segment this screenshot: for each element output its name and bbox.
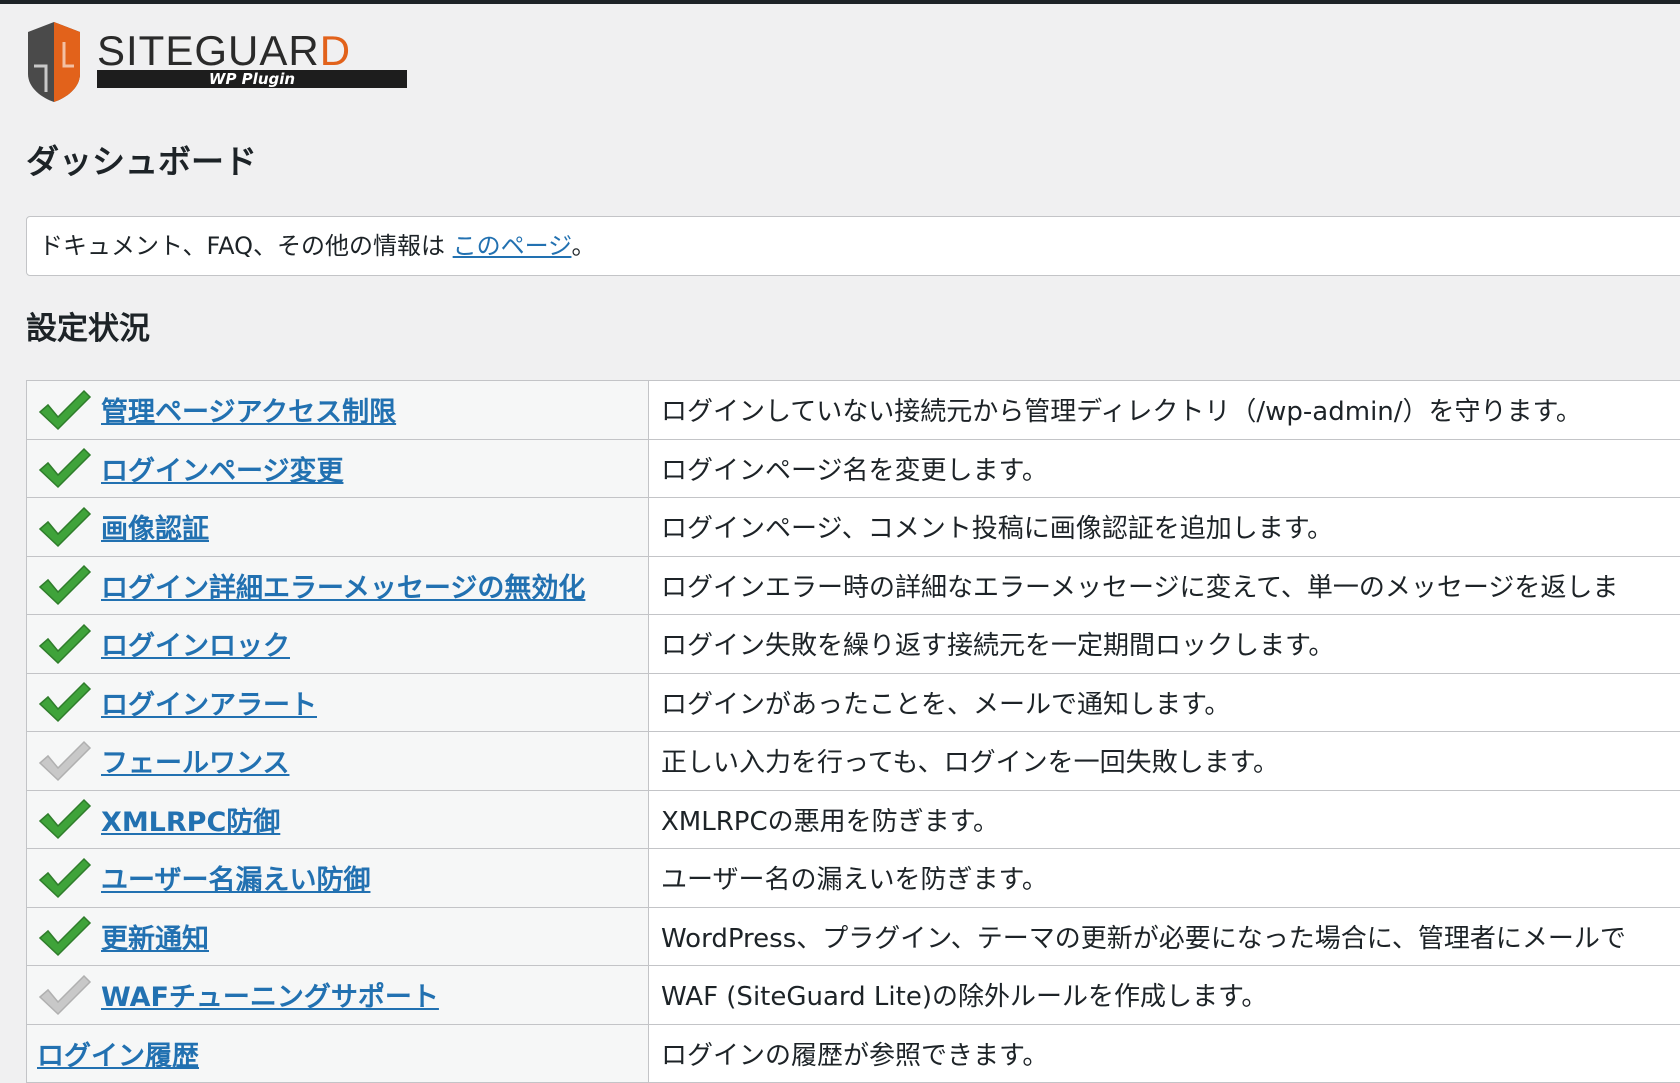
- docs-page-link[interactable]: このページ: [453, 232, 572, 260]
- feature-link[interactable]: ログイン履歴: [37, 1034, 199, 1073]
- table-row: WAFチューニングサポート WAF (SiteGuard Lite)の除外ルールを…: [27, 966, 1680, 1025]
- check-enabled-icon: [37, 795, 93, 843]
- logo-subtitle: WP Plugin: [97, 70, 407, 88]
- feature-description: XMLRPCの悪用を防ぎます。: [649, 790, 1680, 849]
- feature-description: WordPress、プラグイン、テーマの更新が必要になった場合に、管理者にメール…: [649, 907, 1680, 966]
- feature-link[interactable]: 管理ページアクセス制限: [101, 390, 396, 429]
- settings-status-table: 管理ページアクセス制限 ログインしていない接続元から管理ディレクトリ（/wp-ad…: [26, 380, 1680, 1083]
- feature-name-cell: ログインページ変更: [27, 439, 649, 498]
- feature-description: ログインがあったことを、メールで通知します。: [649, 673, 1680, 732]
- shield-logo-icon: [26, 22, 82, 102]
- admin-top-bar: [0, 0, 1680, 4]
- feature-link[interactable]: ユーザー名漏えい防御: [101, 858, 370, 897]
- feature-name-cell: 管理ページアクセス制限: [27, 381, 649, 440]
- feature-link[interactable]: ログインアラート: [101, 683, 317, 722]
- feature-name-cell: ログインロック: [27, 615, 649, 674]
- feature-link[interactable]: WAFチューニングサポート: [101, 975, 439, 1014]
- feature-link[interactable]: ログインページ変更: [101, 449, 343, 488]
- feature-description: WAF (SiteGuard Lite)の除外ルールを作成します。: [649, 966, 1680, 1025]
- check-enabled-icon: [37, 854, 93, 902]
- check-enabled-icon: [37, 444, 93, 492]
- feature-link[interactable]: 画像認証: [101, 507, 209, 546]
- feature-name-cell: ユーザー名漏えい防御: [27, 849, 649, 908]
- notice-suffix: 。: [571, 232, 595, 260]
- table-row: 管理ページアクセス制限 ログインしていない接続元から管理ディレクトリ（/wp-ad…: [27, 381, 1680, 440]
- feature-name-cell: XMLRPC防御: [27, 790, 649, 849]
- feature-link[interactable]: フェールワンス: [101, 741, 289, 780]
- table-row: ログイン履歴 ログインの履歴が参照できます。: [27, 1024, 1680, 1083]
- feature-description: ログインページ名を変更します。: [649, 439, 1680, 498]
- info-notice: ドキュメント、FAQ、その他の情報は このページ。: [26, 216, 1680, 276]
- feature-description: ログインの履歴が参照できます。: [649, 1024, 1680, 1083]
- feature-description: ユーザー名の漏えいを防ぎます。: [649, 849, 1680, 908]
- feature-description: ログインしていない接続元から管理ディレクトリ（/wp-admin/）を守ります。: [649, 381, 1680, 440]
- feature-name-cell: ログイン詳細エラーメッセージの無効化: [27, 556, 649, 615]
- feature-name-cell: フェールワンス: [27, 732, 649, 791]
- check-enabled-icon: [37, 678, 93, 726]
- logo-wordmark: SITEGUARD: [97, 30, 351, 72]
- check-enabled-icon: [37, 503, 93, 551]
- check-enabled-icon: [37, 620, 93, 668]
- feature-description: 正しい入力を行っても、ログインを一回失敗します。: [649, 732, 1680, 791]
- check-disabled-icon: [37, 971, 93, 1019]
- feature-description: ログイン失敗を繰り返す接続元を一定期間ロックします。: [649, 615, 1680, 674]
- page-title: ダッシュボード: [26, 140, 257, 184]
- check-enabled-icon: [37, 561, 93, 609]
- feature-description: ログインページ、コメント投稿に画像認証を追加します。: [649, 498, 1680, 557]
- siteguard-logo: SITEGUARD WP Plugin: [26, 22, 416, 104]
- check-enabled-icon: [37, 912, 93, 960]
- table-row: ログインロック ログイン失敗を繰り返す接続元を一定期間ロックします。: [27, 615, 1680, 674]
- feature-link[interactable]: XMLRPC防御: [101, 800, 280, 839]
- feature-name-cell: ログインアラート: [27, 673, 649, 732]
- check-disabled-icon: [37, 737, 93, 785]
- check-enabled-icon: [37, 386, 93, 434]
- table-row: ユーザー名漏えい防御 ユーザー名の漏えいを防ぎます。: [27, 849, 1680, 908]
- table-row: ログインアラート ログインがあったことを、メールで通知します。: [27, 673, 1680, 732]
- feature-name-cell: WAFチューニングサポート: [27, 966, 649, 1025]
- table-row: ログインページ変更 ログインページ名を変更します。: [27, 439, 1680, 498]
- notice-text: ドキュメント、FAQ、その他の情報は: [39, 232, 453, 260]
- table-row: XMLRPC防御 XMLRPCの悪用を防ぎます。: [27, 790, 1680, 849]
- table-row: 更新通知 WordPress、プラグイン、テーマの更新が必要になった場合に、管理者…: [27, 907, 1680, 966]
- section-title: 設定状況: [26, 307, 150, 351]
- table-row: フェールワンス 正しい入力を行っても、ログインを一回失敗します。: [27, 732, 1680, 791]
- table-row: 画像認証 ログインページ、コメント投稿に画像認証を追加します。: [27, 498, 1680, 557]
- feature-name-cell: 更新通知: [27, 907, 649, 966]
- table-row: ログイン詳細エラーメッセージの無効化 ログインエラー時の詳細なエラーメッセージに変…: [27, 556, 1680, 615]
- feature-name-cell: ログイン履歴: [27, 1024, 649, 1083]
- feature-description: ログインエラー時の詳細なエラーメッセージに変えて、単一のメッセージを返しま: [649, 556, 1680, 615]
- feature-name-cell: 画像認証: [27, 498, 649, 557]
- feature-link[interactable]: ログインロック: [101, 624, 290, 663]
- feature-link[interactable]: ログイン詳細エラーメッセージの無効化: [101, 566, 585, 605]
- feature-link[interactable]: 更新通知: [101, 917, 209, 956]
